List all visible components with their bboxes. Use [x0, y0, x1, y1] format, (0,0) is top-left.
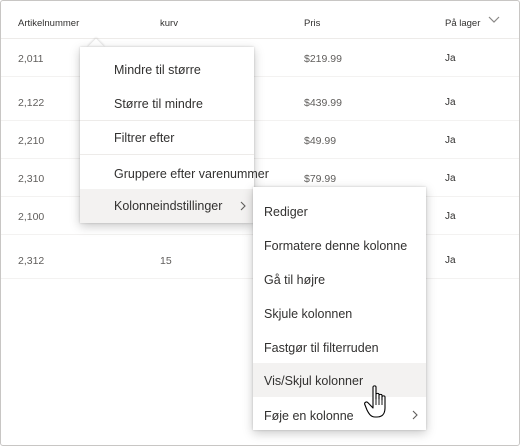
hand-pointer-icon [364, 385, 386, 418]
menu-item-column-settings[interactable]: Kolonneindstillinger [80, 189, 254, 223]
in-stock-cell: Ja [445, 97, 456, 108]
in-stock-cell: Ja [445, 255, 456, 266]
submenu-item-edit[interactable]: Rediger [253, 194, 426, 228]
chevron-right-icon [240, 201, 246, 211]
price-cell: $79.99 [304, 173, 337, 185]
table-row[interactable]: 2,210 $49.99 Ja [1, 121, 519, 159]
in-stock-cell: Ja [445, 135, 456, 146]
menu-item-label: Filtrer efter [114, 131, 175, 145]
chevron-right-icon [412, 410, 418, 420]
article-number-cell: 2,312 [18, 255, 45, 267]
in-stock-cell: Ja [445, 53, 456, 64]
menu-item-label: Føje en kolonne [264, 409, 354, 423]
menu-item-label: Skjule kolonnen [264, 307, 353, 321]
menu-item-label: Gå til højre [264, 273, 326, 287]
in-stock-cell: Ja [445, 211, 456, 222]
menu-item-sort-ascending[interactable]: Mindre til større [80, 53, 254, 87]
table-row[interactable]: 2,011 $219.99 Ja [1, 39, 519, 77]
submenu-item-show-hide-columns[interactable]: Vis/Skjul kolonner [253, 363, 426, 397]
price-cell: $439.99 [304, 97, 342, 109]
submenu-item-pin-to-filter-pane[interactable]: Fastgør til filterruden [253, 330, 426, 364]
menu-item-label: Vis/Skjul kolonner [264, 374, 364, 388]
menu-item-filter-by[interactable]: Filtrer efter [80, 121, 254, 155]
in-stock-cell: Ja [445, 173, 456, 184]
menu-item-label: Større til mindre [114, 97, 203, 111]
menu-item-sort-descending[interactable]: Større til mindre [80, 87, 254, 121]
column-header-price[interactable]: Pris [304, 18, 320, 29]
column-header-basket[interactable]: kurv [160, 18, 178, 29]
basket-cell: 15 [160, 255, 172, 267]
menu-divider [80, 154, 254, 155]
submenu-item-format-column[interactable]: Formatere denne kolonne [253, 228, 426, 262]
menu-item-group-by[interactable]: Gruppere efter varenummer [80, 157, 269, 191]
menu-item-label: Mindre til større [114, 63, 201, 77]
menu-item-label: Formatere denne kolonne [264, 239, 408, 253]
article-number-cell: 2,100 [18, 211, 45, 223]
chevron-down-icon[interactable] [488, 16, 500, 24]
submenu-item-move-right[interactable]: Gå til højre [253, 262, 426, 296]
price-cell: $219.99 [304, 53, 342, 65]
menu-item-label: Kolonneindstillinger [114, 199, 223, 213]
list-view: Artikelnummer kurv Pris På lager 2,011 $… [0, 0, 520, 446]
article-number-cell: 2,011 [18, 53, 44, 65]
table-header: Artikelnummer kurv Pris På lager [1, 1, 519, 39]
table-row[interactable]: 2,122 $439.99 Ja [1, 83, 519, 121]
menu-item-label: Fastgør til filterruden [264, 341, 379, 355]
menu-item-label: Gruppere efter varenummer [114, 167, 269, 181]
submenu-item-add-column[interactable]: Føje en kolonne [253, 398, 426, 432]
article-number-cell: 2,122 [18, 97, 45, 109]
column-header-article-number[interactable]: Artikelnummer [18, 18, 79, 29]
article-number-cell: 2,210 [18, 135, 45, 147]
column-context-menu: Mindre til større Større til mindre Filt… [80, 47, 269, 223]
article-number-cell: 2,310 [18, 173, 45, 185]
column-header-in-stock[interactable]: På lager [445, 18, 480, 29]
menu-item-label: Rediger [264, 205, 308, 219]
submenu-item-hide-column[interactable]: Skjule kolonnen [253, 296, 426, 330]
price-cell: $49.99 [304, 135, 337, 147]
column-settings-submenu: Rediger Formatere denne kolonne Gå til h… [253, 187, 426, 430]
